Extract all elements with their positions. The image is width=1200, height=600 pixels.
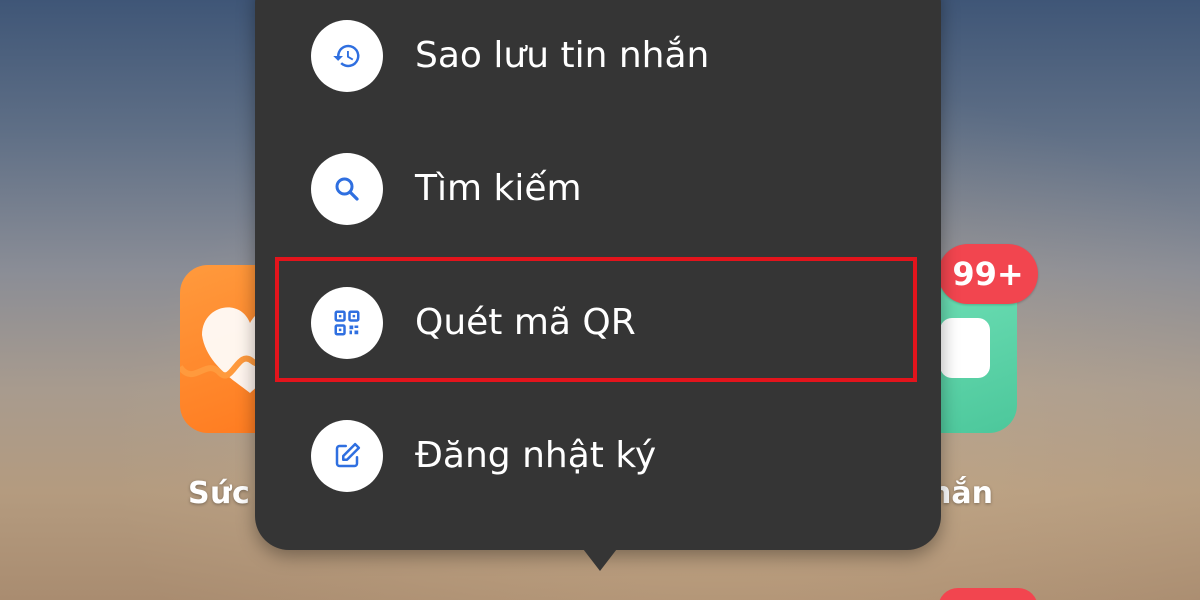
history-icon bbox=[333, 44, 360, 68]
menu-pointer bbox=[580, 545, 620, 571]
menu-item-label: Tìm kiếm bbox=[415, 168, 582, 209]
history-icon-circle bbox=[311, 20, 383, 92]
menu-item-label: Sao lưu tin nhắn bbox=[415, 35, 710, 76]
menu-item-label: Đăng nhật ký bbox=[415, 435, 657, 476]
health-app-label: Sức bbox=[188, 476, 251, 511]
notification-badge: 99+ bbox=[938, 244, 1038, 304]
menu-item-scan-qr[interactable]: Quét mã QR bbox=[255, 259, 941, 393]
qr-code-icon-circle bbox=[311, 287, 383, 359]
menu-item-label: Quét mã QR bbox=[415, 302, 636, 343]
notification-badge-partial bbox=[938, 588, 1038, 600]
qr-code-icon bbox=[334, 310, 360, 336]
search-icon-circle bbox=[311, 153, 383, 225]
search-icon bbox=[335, 177, 359, 201]
edit-note-icon-circle bbox=[311, 420, 383, 492]
edit-note-icon bbox=[335, 442, 361, 468]
chat-bubble-icon bbox=[940, 318, 990, 378]
menu-item-search[interactable]: Tìm kiếm bbox=[255, 125, 941, 259]
menu-item-backup-messages[interactable]: Sao lưu tin nhắn bbox=[255, 0, 941, 134]
menu-item-post-diary[interactable]: Đăng nhật ký bbox=[255, 392, 941, 526]
